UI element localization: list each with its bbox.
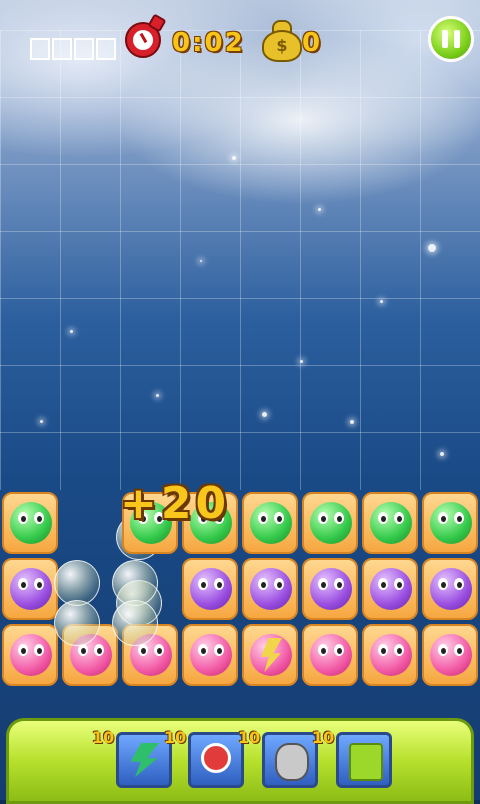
play-grid	[0, 30, 480, 490]
lightning-count: 10	[92, 728, 115, 747]
alarm-clock-icon	[125, 13, 167, 58]
alarm-clock-icon	[201, 743, 231, 773]
purple-creature-tile[interactable]	[2, 558, 58, 620]
pink-creature-tile[interactable]	[182, 624, 238, 686]
block-count: 10	[312, 728, 335, 747]
purple-creature-tile[interactable]	[362, 558, 418, 620]
game-board[interactable]	[0, 490, 480, 740]
clock-count: 10	[164, 728, 187, 747]
money-bag-icon: $	[262, 20, 302, 62]
score-popup: +20	[120, 478, 231, 529]
purple-creature-tile[interactable]	[182, 558, 238, 620]
progress-slot	[96, 38, 116, 60]
pause-button[interactable]	[428, 16, 474, 62]
green-creature-tile[interactable]	[362, 492, 418, 554]
bomb-count: 10	[238, 728, 261, 747]
clock-powerup-button[interactable]	[188, 732, 244, 788]
progress-slot	[52, 38, 72, 60]
pink-creature-tile[interactable]	[2, 624, 58, 686]
green-creature-tile[interactable]	[2, 492, 58, 554]
green-creature-tile[interactable]	[242, 492, 298, 554]
timer-display: 0:02	[172, 28, 245, 58]
purple-creature-tile[interactable]	[242, 558, 298, 620]
bubble-tile[interactable]	[112, 600, 158, 646]
pink-creature-tile[interactable]	[422, 624, 478, 686]
square-block-icon	[349, 743, 383, 781]
bomb-powerup-button[interactable]	[262, 732, 318, 788]
pink-creature-tile[interactable]	[302, 624, 358, 686]
green-creature-tile[interactable]	[422, 492, 478, 554]
coin-count: 0	[302, 28, 321, 58]
game-hud: 0:02 $ 0	[0, 0, 480, 80]
bomb-icon	[275, 743, 309, 781]
progress-slot	[74, 38, 94, 60]
pause-icon	[442, 30, 448, 48]
purple-creature-tile[interactable]	[302, 558, 358, 620]
lightning-icon	[130, 743, 159, 777]
lightning-tile[interactable]	[242, 624, 298, 686]
pink-creature-tile[interactable]	[362, 624, 418, 686]
green-creature-tile[interactable]	[302, 492, 358, 554]
block-powerup-button[interactable]	[336, 732, 392, 788]
bubble-tile[interactable]	[54, 600, 100, 646]
progress-slot	[30, 38, 50, 60]
dollar-sign: $	[276, 36, 288, 55]
purple-creature-tile[interactable]	[422, 558, 478, 620]
